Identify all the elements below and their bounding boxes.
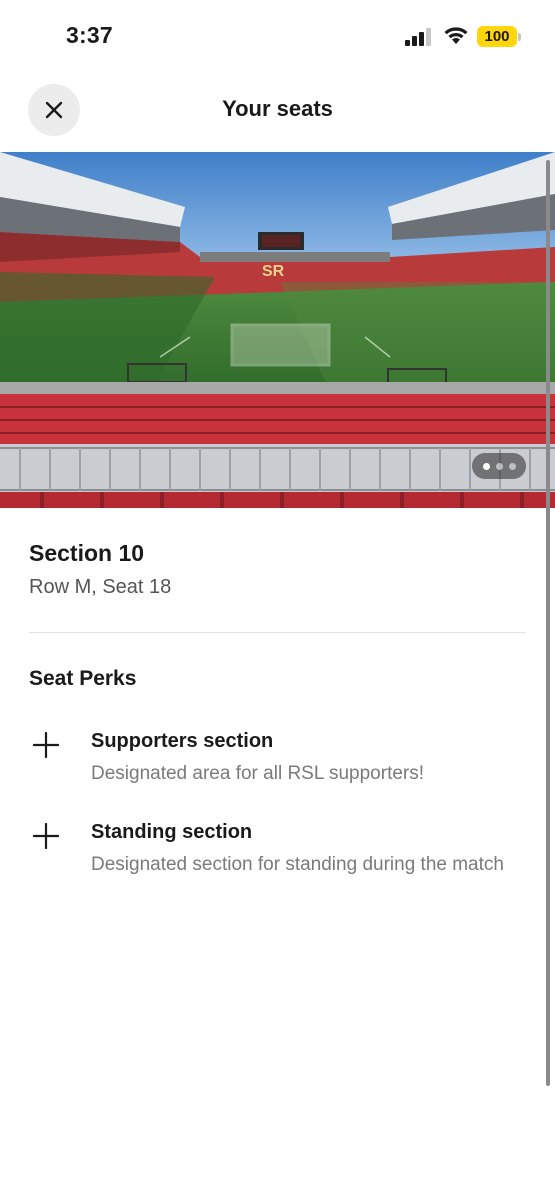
page-title: Your seats bbox=[222, 96, 333, 121]
pager-dot[interactable] bbox=[495, 462, 503, 470]
pager-dot[interactable] bbox=[482, 462, 490, 470]
plus-icon bbox=[33, 732, 59, 758]
battery-tip bbox=[518, 33, 521, 41]
signal-icon bbox=[405, 28, 431, 46]
svg-text:SR: SR bbox=[262, 263, 285, 280]
header: Your seats bbox=[0, 80, 555, 142]
pager-dot[interactable] bbox=[508, 462, 516, 470]
perks-heading: Seat Perks bbox=[29, 667, 137, 690]
plus-icon bbox=[33, 823, 59, 849]
perk-description: Designated section for standing during t… bbox=[91, 854, 504, 875]
image-pager[interactable] bbox=[472, 453, 526, 479]
stadium-photo: SR bbox=[0, 152, 555, 508]
status-time: 3:37 bbox=[66, 22, 113, 48]
seat-view-image[interactable]: SR bbox=[0, 152, 555, 508]
row-seat-info: Row M, Seat 18 bbox=[29, 576, 172, 598]
seat-details-screen: 3:37 100 Your seats SR Section 10 Row M,… bbox=[0, 0, 555, 1200]
perk-description: Designated area for all RSL supporters! bbox=[91, 763, 425, 784]
perk-title: Standing section bbox=[91, 821, 253, 843]
perk-title: Supporters section bbox=[91, 730, 274, 752]
section-title: Section 10 bbox=[29, 540, 145, 566]
status-bar: 3:37 100 bbox=[0, 0, 555, 72]
scrollbar[interactable] bbox=[546, 160, 550, 1086]
divider bbox=[29, 632, 526, 633]
battery-icon: 100 bbox=[477, 26, 517, 47]
wifi-icon bbox=[444, 27, 468, 44]
